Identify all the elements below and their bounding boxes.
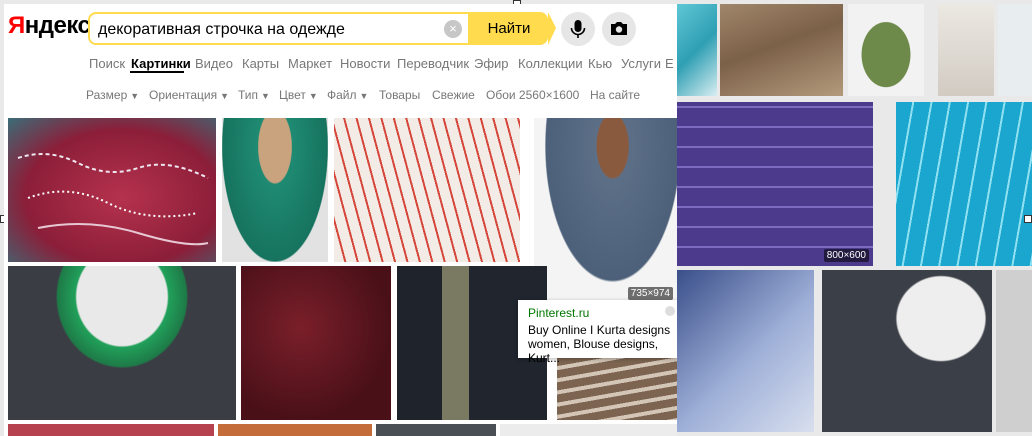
search-input[interactable] [98, 21, 428, 39]
image-leather-stitch[interactable] [241, 266, 391, 420]
tooltip-title[interactable]: Buy Online I Kurta designs women, Blouse… [528, 323, 674, 365]
nav-search[interactable]: Поиск [89, 56, 125, 71]
nav-maps[interactable]: Карты [242, 56, 279, 71]
image-white-stitch-samples[interactable] [334, 118, 520, 262]
image-green-neckline[interactable] [8, 266, 236, 420]
service-nav: Поиск Картинки Видео Карты Маркет Новост… [4, 56, 677, 74]
back-image-side-strip[interactable] [996, 270, 1032, 432]
chevron-down-icon: ▼ [130, 91, 140, 101]
filter-color[interactable]: Цвет ▼ [279, 88, 318, 102]
nav-more[interactable]: Е [665, 56, 674, 71]
image-row3-2[interactable] [218, 424, 372, 436]
front-image-size-badge: 735×974 [627, 287, 673, 300]
chevron-down-icon: ▼ [308, 91, 318, 101]
image-grey-kurta[interactable]: 735×974 [534, 118, 677, 304]
back-image-blue-stitches[interactable] [896, 102, 1032, 266]
back-image-grey-tshirt[interactable] [822, 270, 992, 432]
logo-rest: ндекс [24, 12, 91, 39]
image-green-blouse[interactable] [222, 118, 328, 262]
filter-type[interactable]: Тип ▼ [238, 88, 270, 102]
nav-video[interactable]: Видео [195, 56, 233, 71]
active-tab-indicator [130, 71, 184, 73]
nav-efir[interactable]: Эфир [474, 56, 509, 71]
image-source-tooltip[interactable]: Pinterest.ru Buy Online I Kurta designs … [518, 300, 677, 365]
filter-orientation-label: Ориентация [149, 88, 218, 102]
back-image-blue-embroidery[interactable] [677, 270, 814, 432]
image-search-button[interactable] [602, 12, 636, 46]
filter-orientation[interactable]: Ориентация ▼ [149, 88, 229, 102]
front-results-window: Яндекс × Найти Поиск Картинки Видео Карт… [4, 4, 677, 436]
image-red-embroidery[interactable] [8, 118, 216, 262]
filter-color-label: Цвет [279, 88, 306, 102]
filter-file[interactable]: Файл ▼ [327, 88, 368, 102]
back-image-white-fabric[interactable] [998, 4, 1032, 96]
stitch-pattern [17, 153, 209, 246]
filter-size-label: Размер [86, 88, 128, 102]
back-image-teal-pattern[interactable] [677, 4, 717, 96]
clear-search-button[interactable]: × [444, 20, 462, 38]
microphone-icon [570, 20, 586, 38]
more-options-icon[interactable] [665, 306, 675, 316]
back-image-brown-fabric[interactable] [720, 4, 843, 96]
nav-images[interactable]: Картинки [131, 56, 191, 71]
frame-handle-right[interactable] [1024, 215, 1032, 223]
filters-bar: Размер ▼ Ориентация ▼ Тип ▼ Цвет ▼ Файл ▼ Тов… [4, 88, 677, 106]
filter-wallpaper[interactable]: Обои 2560×1600 [486, 88, 579, 102]
nav-services[interactable]: Услуги [621, 56, 661, 71]
nav-translate[interactable]: Переводчик [397, 56, 469, 71]
search-header: Яндекс × Найти [4, 4, 677, 52]
filter-on-site[interactable]: На сайте [590, 88, 640, 102]
filter-size[interactable]: Размер ▼ [86, 88, 139, 102]
back-image-green-dress[interactable] [848, 4, 924, 96]
chevron-down-icon: ▼ [220, 91, 230, 101]
camera-icon [611, 22, 627, 35]
image-row3-3[interactable] [376, 424, 496, 436]
search-box: × [88, 12, 470, 45]
nav-q[interactable]: Кью [588, 56, 612, 71]
filter-type-label: Тип [238, 88, 259, 102]
nav-news[interactable]: Новости [340, 56, 390, 71]
search-submit-button[interactable]: Найти [470, 12, 556, 45]
chevron-down-icon: ▼ [359, 91, 369, 101]
nav-market[interactable]: Маркет [288, 56, 332, 71]
voice-search-button[interactable] [561, 12, 595, 46]
chevron-down-icon: ▼ [261, 91, 270, 101]
nav-collections[interactable]: Коллекции [518, 56, 583, 71]
image-cord-trims[interactable] [557, 358, 677, 420]
back-image-white-blouse[interactable] [938, 4, 994, 96]
filter-products[interactable]: Товары [379, 88, 420, 102]
yandex-logo[interactable]: Яндекс [8, 12, 91, 40]
filter-file-label: Файл [327, 88, 357, 102]
back-image-size-badge: 800×600 [823, 249, 869, 262]
back-image-purple-quilting[interactable]: 800×600 [677, 102, 873, 266]
image-row3-4[interactable] [500, 424, 677, 436]
filter-fresh[interactable]: Свежие [432, 88, 475, 102]
image-row3-1[interactable] [8, 424, 214, 436]
logo-first-letter: Я [8, 12, 25, 39]
tooltip-source-link[interactable]: Pinterest.ru [528, 306, 589, 320]
